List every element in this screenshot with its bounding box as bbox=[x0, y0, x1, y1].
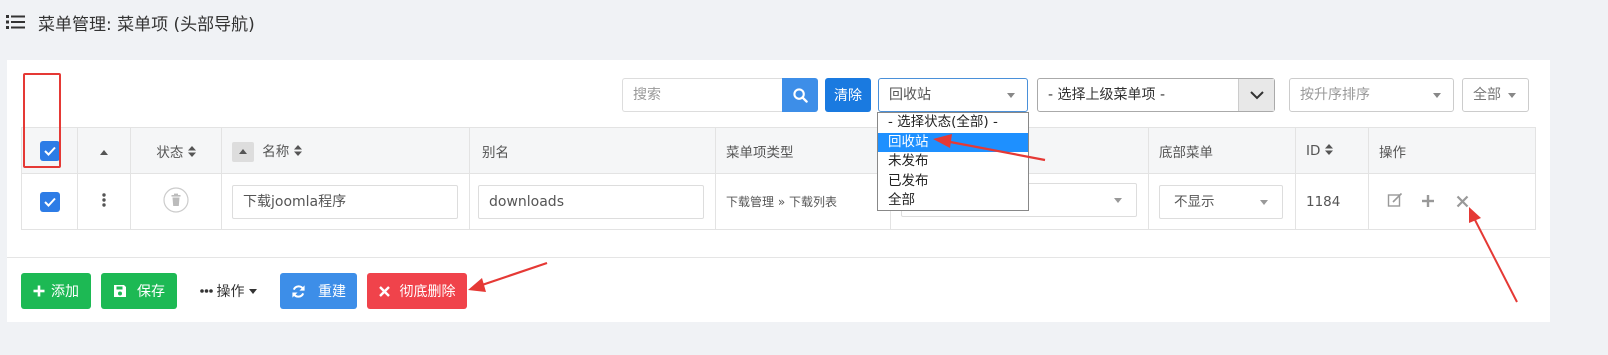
type-header: 菜单项类型 bbox=[715, 127, 891, 174]
status-dropdown-menu: - 选择状态(全部) - 回收站 未发布 已发布 全部 bbox=[877, 112, 1029, 211]
alias-input[interactable]: downloads bbox=[478, 184, 704, 219]
page-title: 菜单管理: 菜单项 (头部导航) bbox=[38, 14, 255, 35]
name-input[interactable]: 下载joomla程序 bbox=[232, 184, 458, 219]
row-select-cell bbox=[21, 173, 78, 230]
status-option-unpublished[interactable]: 未发布 bbox=[878, 152, 1028, 172]
page-header: 菜单管理: 菜单项 (头部导航) bbox=[6, 10, 255, 35]
sort-up-icon bbox=[100, 149, 108, 155]
search-icon bbox=[792, 87, 808, 103]
caret-down-icon bbox=[1114, 197, 1122, 203]
status-option-all[interactable]: 全部 bbox=[878, 191, 1028, 211]
check-icon bbox=[43, 146, 56, 156]
add-button-label: 添加 bbox=[51, 284, 79, 300]
rebuild-button-label: 重建 bbox=[318, 284, 346, 300]
row-actions-cell bbox=[1368, 173, 1536, 230]
search-button[interactable] bbox=[782, 78, 818, 112]
name-header[interactable]: 名称 bbox=[221, 127, 470, 174]
row-type-cell: 下载管理 » 下载列表 bbox=[715, 173, 891, 230]
table-header-row: 状态 名称 别名 菜单项类型 底部菜单 ID 操作 bbox=[21, 127, 1536, 174]
parent-item-select[interactable]: - 选择上级菜单项 - bbox=[1037, 78, 1275, 112]
select-all-cell bbox=[21, 127, 78, 174]
select-all-checkbox[interactable] bbox=[39, 140, 60, 161]
filter-toolbar: 搜索 清除 回收站 - 选择上级菜单项 - 按升序排序 全部 bbox=[7, 78, 1550, 112]
row-status-cell bbox=[130, 173, 222, 230]
drag-handle-cell bbox=[77, 173, 131, 230]
type-header-label: 菜单项类型 bbox=[726, 144, 794, 161]
caret-down-icon bbox=[248, 288, 257, 294]
caret-down-icon bbox=[1508, 93, 1516, 98]
list-limit-select[interactable]: 全部 bbox=[1462, 78, 1529, 112]
add-button[interactable]: 添加 bbox=[21, 273, 91, 309]
sort-order-select[interactable]: 按升序排序 bbox=[1289, 78, 1454, 112]
caret-down-icon bbox=[1260, 199, 1268, 205]
rebuild-button[interactable]: 重建 bbox=[280, 273, 357, 309]
caret-down-icon bbox=[1433, 93, 1441, 98]
status-option-published[interactable]: 已发布 bbox=[878, 172, 1028, 192]
parent-item-value: - 选择上级菜单项 - bbox=[1048, 87, 1166, 103]
clear-button[interactable]: 清除 bbox=[825, 78, 871, 112]
row-bottom-menu-cell: 不显示 bbox=[1148, 173, 1296, 230]
plus-icon[interactable] bbox=[1421, 194, 1435, 208]
name-header-label: 名称 bbox=[262, 143, 290, 160]
search-input[interactable]: 搜索 bbox=[622, 78, 782, 112]
close-icon bbox=[378, 285, 390, 297]
sort-icon bbox=[293, 144, 302, 156]
delete-button-label: 彻底删除 bbox=[399, 284, 456, 300]
actions-header-label: 操作 bbox=[1379, 144, 1406, 161]
check-icon bbox=[43, 197, 56, 207]
close-icon[interactable] bbox=[1456, 195, 1469, 208]
row-name-cell: 下载joomla程序 bbox=[221, 173, 470, 230]
divider bbox=[7, 257, 1550, 258]
bottom-menu-value: 不显示 bbox=[1174, 193, 1215, 210]
row-checkbox[interactable] bbox=[39, 191, 60, 212]
alias-header: 别名 bbox=[469, 127, 716, 174]
content-panel: 搜索 清除 回收站 - 选择上级菜单项 - 按升序排序 全部 - 选择状态(全部… bbox=[7, 60, 1550, 322]
plus-icon bbox=[33, 285, 45, 297]
status-option-all-states[interactable]: - 选择状态(全部) - bbox=[878, 113, 1028, 133]
sort-up-icon bbox=[239, 149, 247, 154]
bottom-menu-select[interactable]: 不显示 bbox=[1159, 184, 1283, 219]
ordering-header[interactable] bbox=[77, 127, 131, 174]
bottom-menu-header: 底部菜单 bbox=[1148, 127, 1296, 174]
save-button-label: 保存 bbox=[137, 284, 165, 300]
status-filter-value: 回收站 bbox=[889, 87, 931, 103]
row-id-cell: 1184 bbox=[1295, 173, 1369, 230]
row-alias-cell: downloads bbox=[469, 173, 716, 230]
delete-permanently-button[interactable]: 彻底删除 bbox=[367, 273, 467, 309]
bottom-menu-header-label: 底部菜单 bbox=[1159, 144, 1213, 161]
sort-order-value: 按升序排序 bbox=[1300, 87, 1370, 103]
actions-button-label: 操作 bbox=[216, 284, 245, 300]
menu-item-type: 下载管理 » 下载列表 bbox=[726, 195, 837, 209]
drag-handle-icon[interactable] bbox=[102, 192, 106, 207]
menu-items-table: 状态 名称 别名 菜单项类型 底部菜单 ID 操作 下载joomla程序 dow… bbox=[21, 127, 1536, 230]
status-option-trashed[interactable]: 回收站 bbox=[878, 132, 1028, 152]
actions-dropdown-button[interactable]: 操作 bbox=[193, 273, 263, 309]
list-limit-value: 全部 bbox=[1473, 87, 1501, 103]
trash-icon[interactable] bbox=[163, 186, 189, 213]
id-header[interactable]: ID bbox=[1295, 127, 1369, 174]
alias-header-label: 别名 bbox=[482, 144, 509, 161]
actions-header: 操作 bbox=[1368, 127, 1536, 174]
row-id: 1184 bbox=[1306, 193, 1341, 210]
status-header[interactable]: 状态 bbox=[130, 127, 222, 174]
caret-down-icon bbox=[1007, 93, 1015, 98]
status-filter-select[interactable]: 回收站 bbox=[878, 78, 1028, 112]
more-dots-icon bbox=[199, 289, 213, 293]
list-icon bbox=[6, 15, 25, 29]
id-header-label: ID bbox=[1306, 142, 1321, 159]
refresh-icon bbox=[292, 284, 305, 298]
floppy-icon bbox=[114, 285, 126, 297]
save-button[interactable]: 保存 bbox=[101, 273, 177, 309]
sort-icon bbox=[1324, 143, 1333, 155]
table-row: 下载joomla程序 downloads 下载管理 » 下载列表 不显示 118… bbox=[21, 173, 1536, 230]
status-header-label: 状态 bbox=[156, 144, 184, 161]
chevron-down-icon bbox=[1238, 79, 1274, 111]
sort-up-button[interactable] bbox=[232, 141, 254, 162]
edit-icon[interactable] bbox=[1387, 192, 1403, 208]
sort-icon bbox=[187, 145, 196, 157]
